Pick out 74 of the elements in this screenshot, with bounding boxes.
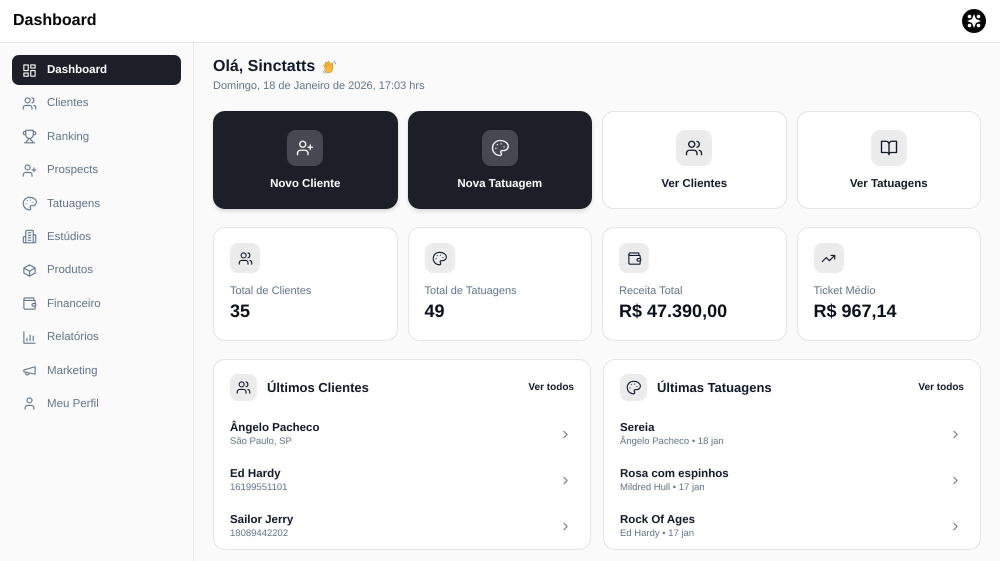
stat-value: R$ 47.390,00 <box>619 301 728 322</box>
row-subtitle: Ângelo Pacheco • 18 jan <box>620 436 724 447</box>
sidebar-item[interactable]: Financeiro <box>12 288 181 319</box>
wallet-icon <box>22 296 37 312</box>
action-label: Ver Clientes <box>661 178 728 190</box>
sidebar-item[interactable]: Relatórios <box>12 322 181 352</box>
row-title: Rock Of Ages <box>620 514 695 526</box>
action-card[interactable]: Ver Tatuagens <box>796 111 981 209</box>
user-plus-icon <box>22 162 37 178</box>
action-label: Nova Tatuagem <box>457 178 542 190</box>
stat-label: Ticket Médio <box>814 285 876 297</box>
waving-hand-icon <box>321 58 338 76</box>
list-row[interactable]: Ângelo Pacheco São Paulo, SP <box>230 422 574 447</box>
book-icon <box>880 139 898 157</box>
sidebar-item[interactable]: Estúdios <box>12 222 181 252</box>
action-card[interactable]: Nova Tatuagem <box>408 111 592 209</box>
row-title: Ângelo Pacheco <box>230 422 320 434</box>
sidebar-item[interactable]: Clientes <box>12 88 181 118</box>
action-card[interactable]: Ver Clientes <box>602 111 786 209</box>
action-label: Ver Tatuagens <box>850 178 928 190</box>
action-label: Novo Cliente <box>270 178 340 190</box>
sidebar-item[interactable]: Prospects <box>12 155 181 186</box>
users-icon <box>685 139 704 157</box>
trophy-icon <box>22 129 37 144</box>
stat-label: Total de Clientes <box>230 285 312 297</box>
page-title: Dashboard <box>13 12 97 30</box>
row-title: Rosa com espinhos <box>620 468 729 480</box>
sidebar-item[interactable]: Ranking <box>12 122 181 152</box>
bar-chart-icon <box>22 330 37 345</box>
greeting-title: Olá, Sinctatts <box>213 58 316 76</box>
building-icon <box>22 229 37 244</box>
see-all-link[interactable]: Ver todos <box>528 382 574 393</box>
list-row[interactable]: Sereia Ângelo Pacheco • 18 jan <box>620 422 964 447</box>
list-row[interactable]: Ed Hardy 16199551101 <box>230 468 574 493</box>
sidebar-item[interactable]: Marketing <box>12 356 181 386</box>
stat-value: 49 <box>424 301 445 322</box>
stat-label: Total de Tatuagens <box>424 285 517 297</box>
row-subtitle: 16199551101 <box>230 482 288 493</box>
stat-value: 35 <box>230 301 250 322</box>
sidebar-item[interactable]: Meu Perfil <box>12 388 181 419</box>
palette-icon <box>626 380 641 395</box>
user-plus-icon <box>296 139 314 157</box>
list-row[interactable]: Rock Of Ages Ed Hardy • 17 jan <box>620 514 964 539</box>
stat-label: Receita Total <box>619 285 682 297</box>
user-icon <box>22 396 37 412</box>
row-title: Sailor Jerry <box>230 514 294 526</box>
users-icon <box>236 380 251 395</box>
see-all-link[interactable]: Ver todos <box>918 382 964 393</box>
row-subtitle: São Paulo, SP <box>230 436 293 447</box>
row-title: Ed Hardy <box>230 468 282 480</box>
sidebar-item[interactable]: Produtos <box>12 255 181 286</box>
action-card[interactable]: Novo Cliente <box>213 111 398 209</box>
box-icon <box>22 262 37 278</box>
palette-icon <box>432 250 447 266</box>
date-text: Domingo, 18 de Janeiro de 2026, 17:03 hrs <box>213 80 426 92</box>
list-row[interactable]: Sailor Jerry 18089442202 <box>230 514 574 539</box>
row-title: Sereia <box>620 422 656 434</box>
logo-icon[interactable] <box>962 9 986 33</box>
stat-value: R$ 967,14 <box>814 301 897 322</box>
wallet-icon <box>626 250 642 266</box>
users-icon <box>238 250 252 266</box>
row-subtitle: Ed Hardy • 17 jan <box>620 528 695 539</box>
megaphone-icon <box>22 363 37 378</box>
palette-icon <box>22 196 37 212</box>
grid-icon <box>22 62 37 78</box>
row-subtitle: Mildred Hull • 17 jan <box>620 482 706 493</box>
users-icon <box>22 96 37 111</box>
palette-icon <box>490 139 509 157</box>
sidebar-item[interactable]: Dashboard <box>12 55 181 85</box>
sidebar-item[interactable]: Tatuagens <box>12 188 181 219</box>
panel-title: Últimos Clientes <box>267 380 370 395</box>
list-row[interactable]: Rosa com espinhos Mildred Hull • 17 jan <box>620 468 964 493</box>
row-subtitle: 18089442202 <box>230 528 290 539</box>
panel-title: Últimas Tatuagens <box>657 380 773 395</box>
